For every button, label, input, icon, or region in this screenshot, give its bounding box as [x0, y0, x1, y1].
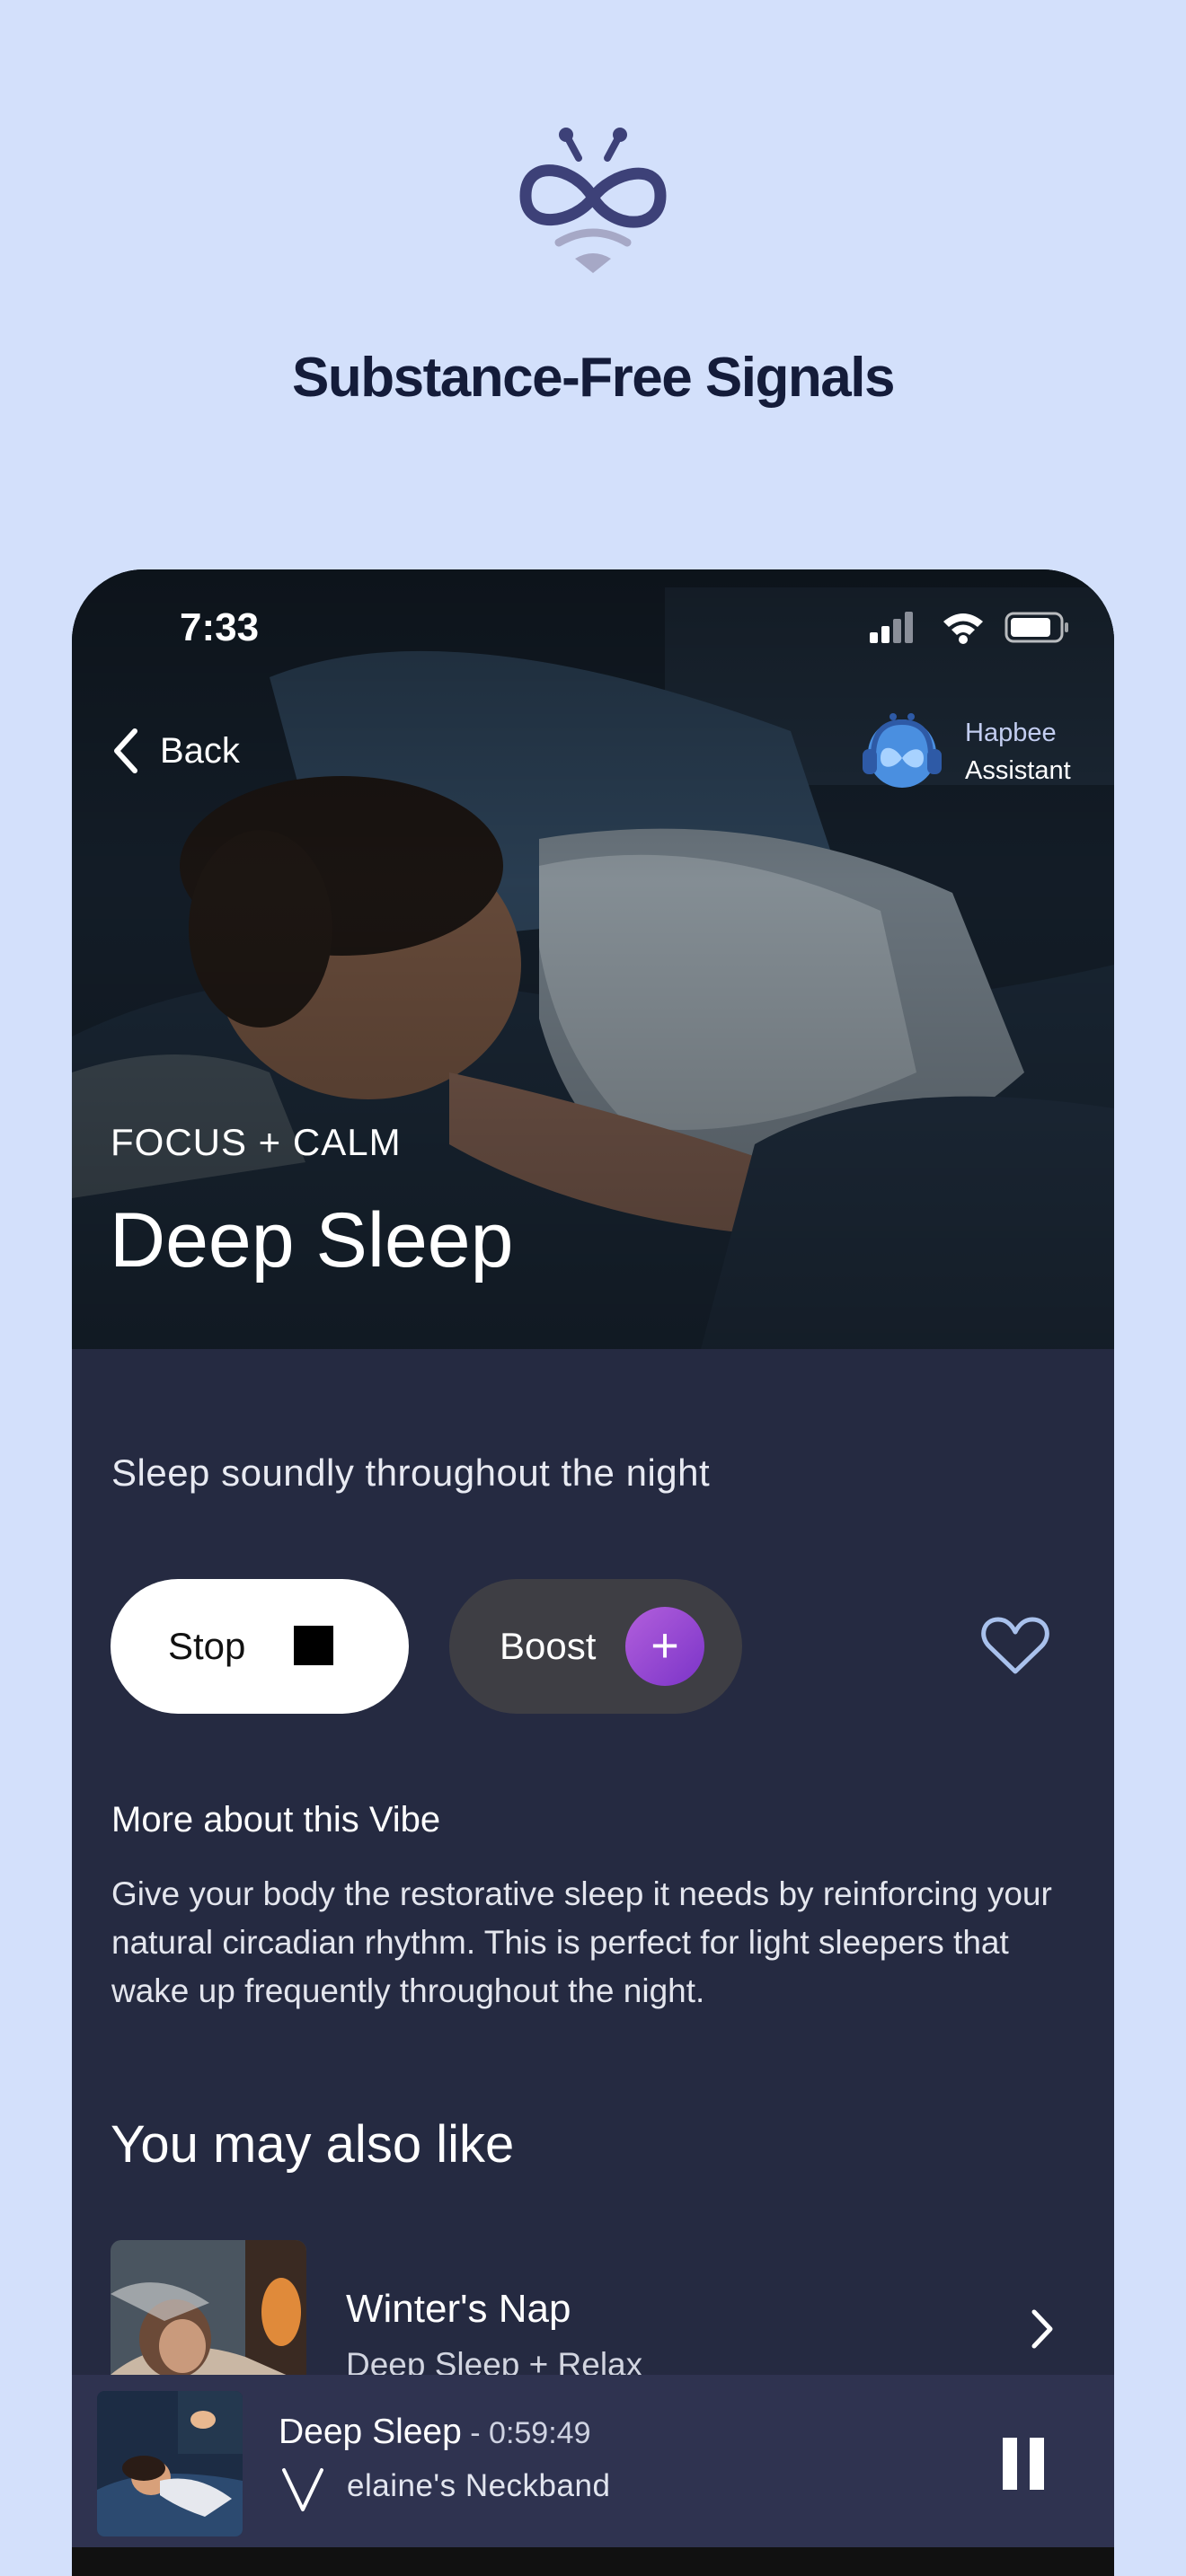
assistant-label-line1: Hapbee [965, 719, 1057, 747]
assistant-avatar-icon [863, 713, 942, 788]
mini-player[interactable]: Deep Sleep - 0:59:49 elaine's Neckband [72, 2375, 1114, 2554]
status-time: 7:33 [180, 605, 260, 649]
bottom-strip [72, 2547, 1114, 2576]
wifi-icon [943, 613, 983, 644]
neckband-icon [282, 2468, 323, 2511]
hero-image: 7:33 Back Hapbee Assistant FOCUS + CALM … [72, 569, 1114, 1349]
recommendations-title: You may also like [111, 2115, 515, 2174]
now-playing-separator: - [461, 2416, 490, 2450]
stop-button[interactable]: Stop [111, 1579, 409, 1714]
chevron-right-icon [1031, 2309, 1053, 2349]
status-icons [870, 612, 1068, 644]
vibe-category: FOCUS + CALM [111, 1121, 402, 1163]
battery-icon [1005, 612, 1068, 643]
vibe-title: Deep Sleep [110, 1197, 514, 1284]
hapbee-logo-icon [519, 128, 667, 273]
chevron-left-icon [114, 728, 137, 773]
now-playing-title-line: Deep Sleep - 0:59:49 [279, 2413, 591, 2452]
more-about-body: Give your body the restorative sleep it … [111, 1875, 1052, 2009]
page-headline: Substance-Free Signals [292, 347, 895, 409]
heart-icon[interactable] [980, 1614, 1050, 1677]
back-button[interactable]: Back [108, 724, 240, 778]
more-about-title: More about this Vibe [111, 1800, 441, 1839]
assistant-label-line2: Assistant [965, 756, 1071, 785]
now-playing-thumbnail [97, 2391, 243, 2536]
now-playing-title: Deep Sleep [279, 2413, 462, 2451]
pause-icon[interactable] [1003, 2438, 1044, 2490]
boost-button[interactable]: Boost + [449, 1579, 742, 1714]
back-label: Back [160, 730, 240, 771]
vibe-subtitle: Sleep soundly throughout the night [111, 1451, 711, 1494]
signal-icon [870, 612, 913, 643]
assistant-button[interactable]: Hapbee Assistant [855, 711, 1071, 792]
plus-icon: + [625, 1607, 704, 1686]
phone-frame: 7:33 Back Hapbee Assistant FOCUS + CALM … [72, 569, 1114, 2576]
boost-label: Boost [500, 1625, 597, 1667]
recommendation-title: Winter's Nap [346, 2287, 571, 2331]
stop-label: Stop [168, 1625, 246, 1667]
stop-square-icon [294, 1626, 333, 1665]
now-playing-time: 0:59:49 [489, 2416, 591, 2450]
now-playing-device: elaine's Neckband [347, 2468, 611, 2503]
